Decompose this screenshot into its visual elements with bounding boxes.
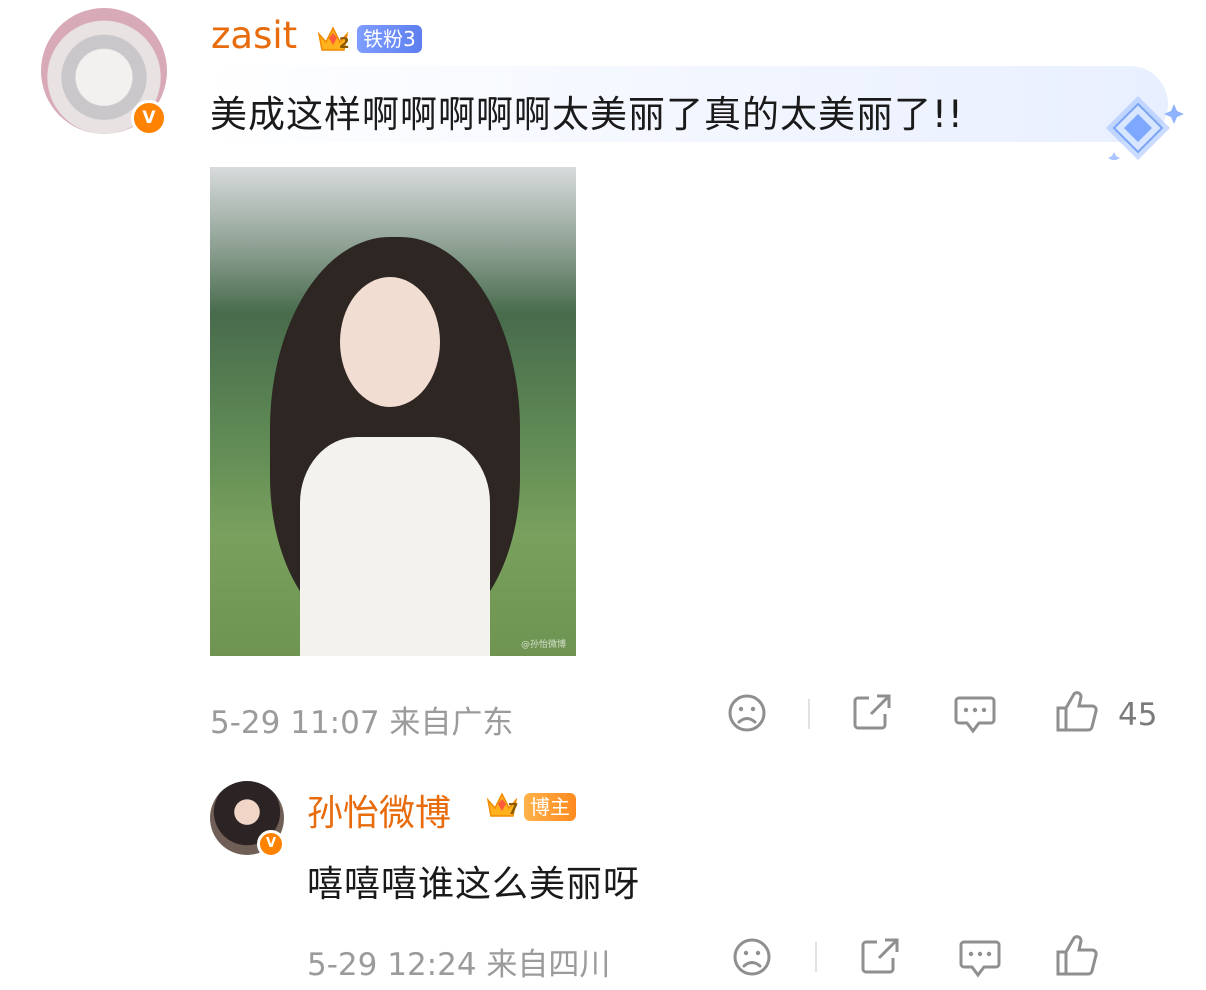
username[interactable]: 孙怡微博	[307, 784, 451, 836]
verified-icon: V	[131, 100, 167, 136]
sad-face-icon[interactable]	[727, 693, 767, 733]
share-icon[interactable]	[859, 936, 901, 976]
badge-level: 7	[508, 800, 519, 818]
sad-face-icon[interactable]	[732, 937, 772, 977]
share-icon[interactable]	[851, 692, 893, 732]
divider	[815, 942, 817, 972]
date: 5-29	[210, 705, 281, 741]
verified-icon: V	[257, 830, 285, 858]
fan-badge: 博主	[524, 793, 576, 821]
comment-image[interactable]: @孙怡微博	[210, 167, 576, 656]
comment-meta: 5-29 12:24 来自四川	[307, 939, 610, 984]
divider	[808, 699, 810, 729]
time: 12:24	[387, 947, 477, 983]
comment-icon[interactable]	[958, 936, 1002, 980]
comment-text: 美成这样啊啊啊啊啊太美丽了真的太美丽了!!	[210, 93, 964, 136]
diamond-sparkle-icon	[1106, 96, 1184, 160]
comment-text: 嘻嘻嘻谁这么美丽呀	[307, 864, 641, 905]
like-count: 45	[1118, 697, 1158, 733]
location: 来自四川	[486, 947, 611, 983]
location: 来自广东	[389, 705, 514, 741]
time: 11:07	[290, 705, 380, 741]
badge-level: 2	[339, 34, 350, 52]
comment-meta: 5-29 11:07 来自广东	[210, 697, 513, 742]
username[interactable]: zasit	[211, 14, 297, 57]
thumbs-up-icon[interactable]	[1054, 934, 1100, 978]
date: 5-29	[307, 947, 378, 983]
thumbs-up-icon[interactable]	[1054, 690, 1100, 734]
fan-badge: 铁粉3	[357, 25, 422, 53]
comment-icon[interactable]	[953, 692, 997, 736]
